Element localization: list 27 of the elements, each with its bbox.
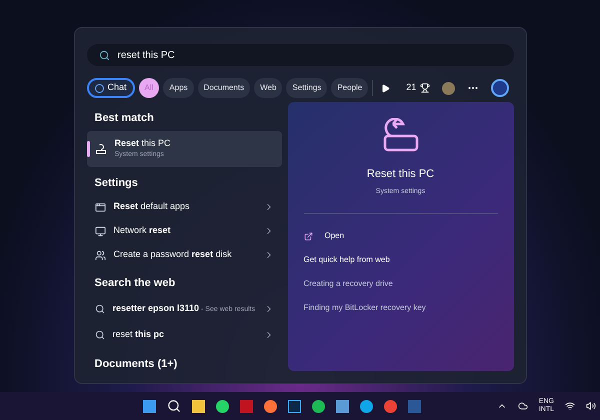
settings-result[interactable]: Reset default apps (86, 195, 282, 219)
result-label: Reset default apps (114, 200, 191, 214)
search-input[interactable]: reset this PC (118, 48, 418, 62)
filter-tab[interactable]: Web (254, 78, 282, 98)
help-link[interactable]: Finding my BitLocker recovery key (304, 302, 498, 314)
section-heading: Search the web (94, 276, 176, 291)
help-link[interactable]: Creating a recovery drive (304, 278, 498, 290)
web-result[interactable]: reset this pc (86, 322, 282, 348)
item-title: Reset this PC (114, 136, 171, 150)
settings-result[interactable]: Network reset (86, 219, 282, 243)
result-label: Create a password reset disk (114, 248, 233, 262)
settings-result[interactable]: Create a password reset disk (86, 243, 282, 267)
filter-tab[interactable]: People (331, 78, 368, 98)
open-action[interactable]: Open (304, 230, 498, 242)
preview-title: Reset this PC (366, 167, 434, 182)
search-field[interactable]: reset this PC (86, 44, 514, 66)
section-heading: Settings (94, 176, 139, 190)
filter-tab[interactable]: Settings (286, 78, 328, 98)
section-heading: Best match (94, 111, 155, 126)
filter-tab[interactable]: Documents (198, 78, 250, 98)
chat-button[interactable]: Chat (86, 78, 135, 98)
help-heading: Get quick help from web (304, 254, 391, 266)
filter-tab[interactable]: Apps (163, 78, 194, 98)
result-label: Network reset (114, 224, 172, 238)
section-heading: Documents (1+) (94, 356, 178, 372)
rewards-points[interactable]: 21 (406, 81, 416, 95)
result-label: reset this pc (112, 328, 166, 341)
